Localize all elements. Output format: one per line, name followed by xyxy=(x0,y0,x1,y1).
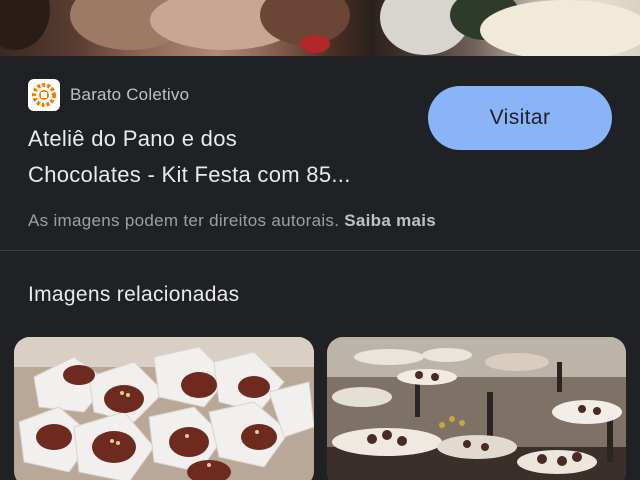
barato-coletivo-logo-icon xyxy=(28,79,60,111)
related-image-thumbnail[interactable] xyxy=(14,337,314,480)
source-row[interactable]: Barato Coletivo xyxy=(28,79,189,111)
related-image-thumbnail[interactable] xyxy=(327,337,626,480)
result-title-line-1: Ateliê do Pano e dos xyxy=(28,126,238,151)
copyright-notice: As imagens podem ter direitos autorais. S… xyxy=(28,211,436,231)
result-title[interactable]: Ateliê do Pano e dos Chocolates - Kit Fe… xyxy=(28,121,428,193)
copyright-text: As imagens podem ter direitos autorais. xyxy=(28,211,340,230)
visit-button[interactable]: Visitar xyxy=(428,86,612,150)
image-viewer-page: Barato Coletivo Ateliê do Pano e dos Cho… xyxy=(0,0,640,480)
divider xyxy=(0,250,640,251)
learn-more-link[interactable]: Saiba mais xyxy=(344,211,436,230)
main-image[interactable] xyxy=(0,0,640,56)
site-name: Barato Coletivo xyxy=(70,85,190,104)
related-images-heading: Imagens relacionadas xyxy=(28,283,240,306)
result-title-line-2: Chocolates - Kit Festa com 85... xyxy=(28,162,351,187)
